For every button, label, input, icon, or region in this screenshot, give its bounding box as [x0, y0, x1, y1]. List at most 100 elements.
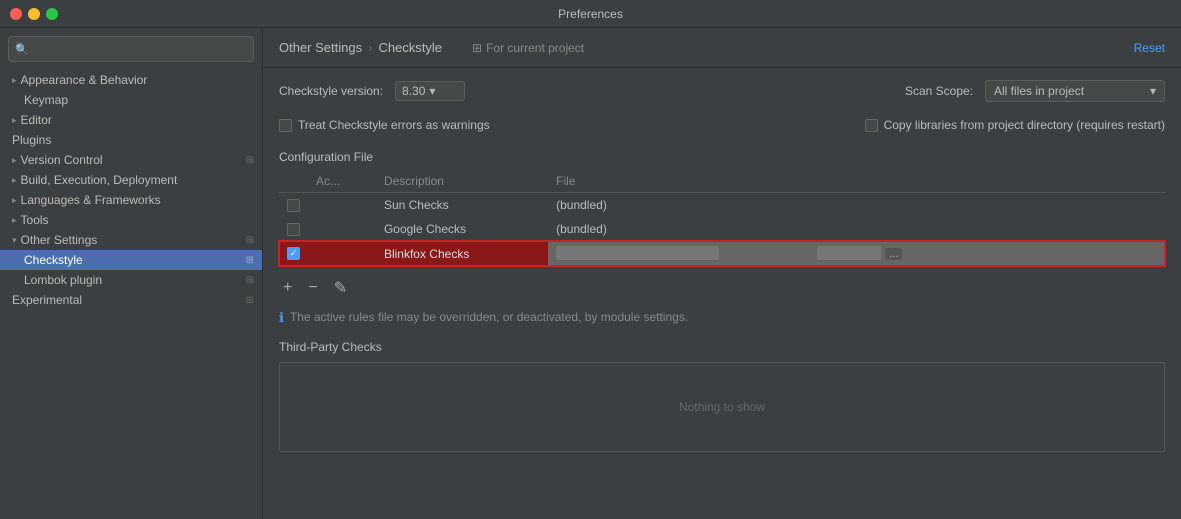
- version-row: Checkstyle version: 8.30 ▾: [279, 81, 465, 101]
- dropdown-arrow-icon: ▾: [429, 84, 435, 98]
- breadcrumb-arrow: ›: [368, 40, 372, 55]
- config-file-section: Configuration File Ac... Description Fil…: [279, 150, 1165, 266]
- row-file: (bundled): [548, 193, 1165, 218]
- main-container: 🔍 ▸ Appearance & Behavior Keymap ▸ Edito…: [0, 28, 1181, 519]
- col-file: File: [548, 170, 1165, 193]
- content-area: Other Settings › Checkstyle ⊞ For curren…: [263, 28, 1181, 519]
- sidebar-item-checkstyle[interactable]: Checkstyle ⊞: [0, 250, 262, 270]
- sidebar-item-experimental[interactable]: Experimental ⊞: [0, 290, 262, 310]
- table-row-selected[interactable]: ✓ Blinkfox Checks ...: [279, 241, 1165, 266]
- sidebar-item-languages-frameworks[interactable]: ▸ Languages & Frameworks: [0, 190, 262, 210]
- sidebar-item-label: Experimental: [12, 293, 82, 307]
- search-input[interactable]: [33, 42, 247, 56]
- sidebar-item-label: Editor: [21, 113, 52, 127]
- sidebar-item-label: Version Control: [21, 153, 103, 167]
- for-current-project: ⊞ For current project: [472, 41, 584, 55]
- more-button[interactable]: ...: [884, 247, 903, 261]
- col-active: [279, 170, 308, 193]
- sidebar-item-label: Tools: [21, 213, 49, 227]
- third-party-body: Nothing to show: [279, 362, 1165, 452]
- arrow-icon: ▾: [12, 235, 17, 246]
- row-description: Blinkfox Checks: [376, 241, 548, 266]
- project-icon: ⊞: [246, 295, 254, 306]
- row-file: ...: [548, 241, 1165, 266]
- title-bar: Preferences: [0, 0, 1181, 28]
- breadcrumb-child: Checkstyle: [378, 40, 442, 55]
- sidebar-item-lombok-plugin[interactable]: Lombok plugin ⊞: [0, 270, 262, 290]
- copy-libs-checkbox[interactable]: [865, 119, 878, 132]
- sidebar-item-plugins[interactable]: Plugins: [0, 130, 262, 150]
- sidebar-item-keymap[interactable]: Keymap: [0, 90, 262, 110]
- sidebar-item-label: Keymap: [24, 93, 68, 107]
- sidebar-item-label: Appearance & Behavior: [21, 73, 148, 87]
- arrow-icon: ▸: [12, 75, 17, 86]
- config-table: Ac... Description File Sun Checks: [279, 170, 1165, 266]
- info-row: ℹ The active rules file may be overridde…: [279, 306, 1165, 330]
- row-active: [308, 193, 376, 218]
- sidebar-item-label: Plugins: [12, 133, 51, 147]
- row-active: [308, 241, 376, 266]
- sidebar-item-label: Checkstyle: [24, 253, 83, 267]
- info-text: The active rules file may be overridden,…: [290, 310, 688, 324]
- arrow-icon: ▸: [12, 175, 17, 186]
- project-icon: ⊞: [246, 255, 254, 266]
- minimize-button[interactable]: [28, 8, 40, 20]
- sidebar-item-other-settings[interactable]: ▾ Other Settings ⊞: [0, 230, 262, 250]
- info-icon: ℹ: [279, 310, 284, 326]
- table-row[interactable]: Google Checks (bundled): [279, 217, 1165, 241]
- sidebar-item-editor[interactable]: ▸ Editor: [0, 110, 262, 130]
- copy-libs-label: Copy libraries from project directory (r…: [884, 118, 1165, 132]
- sidebar: 🔍 ▸ Appearance & Behavior Keymap ▸ Edito…: [0, 28, 263, 519]
- project-scope-icon: ⊞: [472, 41, 482, 55]
- copy-libs-row: Copy libraries from project directory (r…: [865, 118, 1165, 132]
- table-row[interactable]: Sun Checks (bundled): [279, 193, 1165, 218]
- breadcrumb-parent: Other Settings: [279, 40, 362, 55]
- scan-scope-select[interactable]: All files in project ▾: [985, 80, 1165, 102]
- third-party-section: Third-Party Checks Nothing to show: [279, 340, 1165, 452]
- scan-scope-row: Scan Scope: All files in project ▾: [905, 80, 1165, 102]
- third-party-title: Third-Party Checks: [279, 340, 1165, 354]
- arrow-icon: ▸: [12, 155, 17, 166]
- maximize-button[interactable]: [46, 8, 58, 20]
- version-value: 8.30: [402, 84, 425, 98]
- sidebar-item-label: Languages & Frameworks: [21, 193, 161, 207]
- reset-button[interactable]: Reset: [1134, 41, 1165, 55]
- col-description: Description: [376, 170, 548, 193]
- version-select[interactable]: 8.30 ▾: [395, 81, 465, 101]
- project-icon: ⊞: [246, 235, 254, 246]
- treat-errors-label: Treat Checkstyle errors as warnings: [298, 118, 490, 132]
- content-body: Checkstyle version: 8.30 ▾ Scan Scope: A…: [263, 68, 1181, 519]
- dropdown-arrow-icon: ▾: [1150, 84, 1156, 98]
- row-checkbox[interactable]: [287, 223, 300, 236]
- for-current-project-label: For current project: [486, 41, 584, 55]
- remove-config-button[interactable]: −: [304, 277, 321, 299]
- sidebar-item-label: Build, Execution, Deployment: [21, 173, 178, 187]
- close-button[interactable]: [10, 8, 22, 20]
- row-checkbox[interactable]: [287, 199, 300, 212]
- search-box[interactable]: 🔍: [8, 36, 254, 62]
- project-icon: ⊞: [246, 275, 254, 286]
- arrow-icon: ▸: [12, 195, 17, 206]
- row-file: (bundled): [548, 217, 1165, 241]
- breadcrumb: Other Settings › Checkstyle: [279, 40, 442, 55]
- treat-errors-checkbox[interactable]: [279, 119, 292, 132]
- sidebar-item-tools[interactable]: ▸ Tools: [0, 210, 262, 230]
- row-checkbox-checked[interactable]: ✓: [287, 247, 300, 260]
- settings-top-row: Checkstyle version: 8.30 ▾ Scan Scope: A…: [279, 80, 1165, 112]
- nothing-to-show-label: Nothing to show: [679, 400, 765, 414]
- sidebar-item-appearance-behavior[interactable]: ▸ Appearance & Behavior: [0, 70, 262, 90]
- sidebar-item-label: Lombok plugin: [24, 273, 102, 287]
- sidebar-item-version-control[interactable]: ▸ Version Control ⊞: [0, 150, 262, 170]
- scan-scope-label: Scan Scope:: [905, 84, 973, 98]
- config-toolbar: + − ✎: [279, 270, 1165, 306]
- sidebar-item-build-execution[interactable]: ▸ Build, Execution, Deployment: [0, 170, 262, 190]
- row-active: [308, 217, 376, 241]
- row-description: Google Checks: [376, 217, 548, 241]
- treat-errors-row: Treat Checkstyle errors as warnings: [279, 118, 490, 132]
- content-header: Other Settings › Checkstyle ⊞ For curren…: [263, 28, 1181, 68]
- config-file-title: Configuration File: [279, 150, 1165, 164]
- edit-config-button[interactable]: ✎: [330, 276, 351, 300]
- version-label: Checkstyle version:: [279, 84, 383, 98]
- add-config-button[interactable]: +: [279, 277, 296, 299]
- row-description: Sun Checks: [376, 193, 548, 218]
